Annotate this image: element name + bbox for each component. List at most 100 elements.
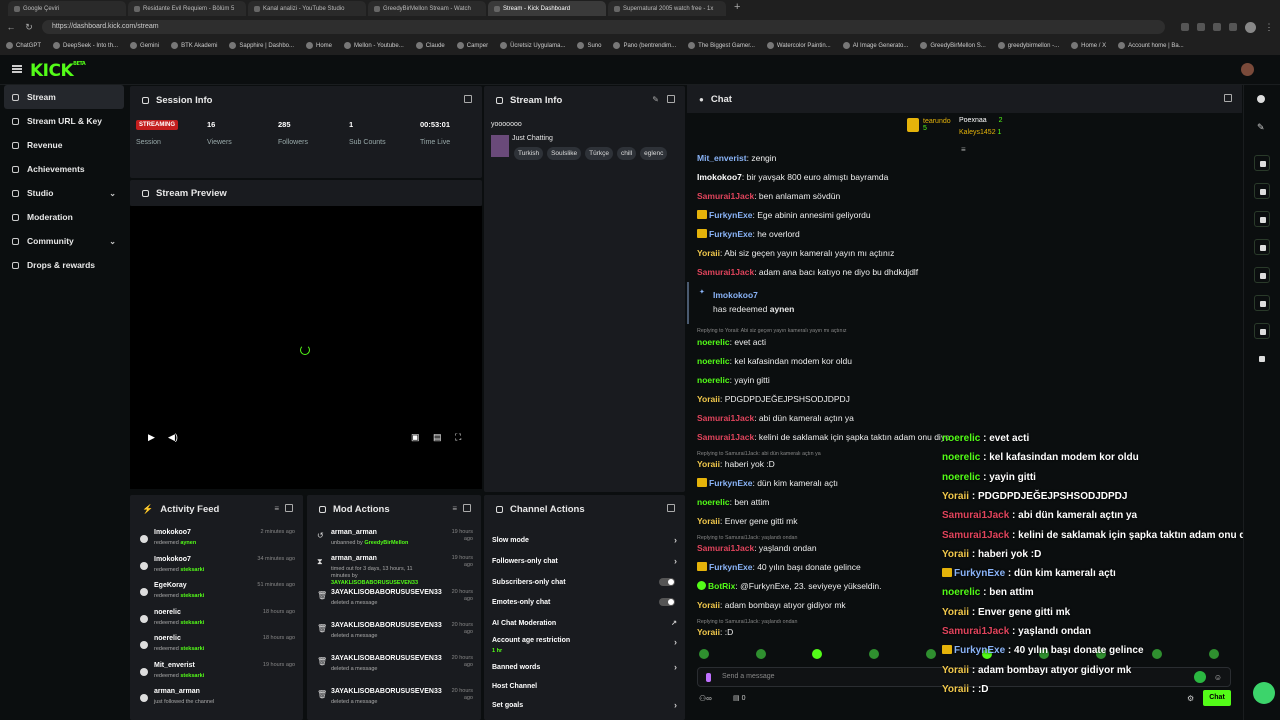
rail-button-doc[interactable]: [1254, 211, 1270, 227]
bookmark-item[interactable]: Camper: [456, 42, 488, 49]
stream-tag[interactable]: chill: [616, 147, 637, 160]
chat-username[interactable]: noerelic: [697, 337, 730, 347]
whatsapp-icon[interactable]: [1194, 671, 1206, 683]
activity-user[interactable]: EgeKoray: [154, 582, 187, 589]
activity-user[interactable]: Imokokoo7: [154, 529, 191, 536]
refresh-icon[interactable]: ↻: [24, 22, 34, 33]
chevron-right-icon[interactable]: ›: [674, 662, 677, 672]
sidebar-item-stream-url-key[interactable]: Stream URL & Key: [4, 109, 124, 133]
sidebar-item-community[interactable]: Community ⌄: [4, 229, 124, 253]
activity-user[interactable]: noerelic: [154, 609, 181, 616]
bookmark-item[interactable]: GreedyBirMellon S...: [920, 42, 986, 49]
bookmark-item[interactable]: The Biggest Gamer...: [688, 42, 755, 49]
community-icon[interactable]: ⚇∞: [699, 694, 712, 703]
menu-icon[interactable]: ⋮: [1264, 22, 1274, 33]
sidebar-item-revenue[interactable]: Revenue: [4, 133, 124, 157]
bookmark-item[interactable]: DeepSeek - Into th...: [53, 42, 118, 49]
chat-username[interactable]: Samurai1Jack: [697, 432, 754, 442]
video-player[interactable]: ▶ ◀) ▣ ▤ ⛶: [130, 206, 482, 489]
bookmark-item[interactable]: Account home | Ba...: [1118, 42, 1184, 49]
chevron-right-icon[interactable]: ›: [674, 700, 677, 710]
chat-username[interactable]: Yoraii: [697, 516, 720, 526]
chat-username[interactable]: Yoraii: [697, 627, 720, 637]
stream-tag[interactable]: Soulslike: [547, 147, 582, 160]
chevron-right-icon[interactable]: ›: [674, 556, 677, 566]
bookmark-item[interactable]: ChatGPT: [6, 42, 41, 49]
emote-icon[interactable]: [1208, 649, 1219, 659]
leaderboard-second[interactable]: Poexnaa 2: [959, 117, 1003, 124]
expand-leaderboard-icon[interactable]: ≡: [961, 145, 966, 154]
chat-username[interactable]: Samurai1Jack: [697, 191, 754, 201]
extension-icon[interactable]: [1197, 23, 1205, 31]
menu-toggle-icon[interactable]: [12, 65, 22, 73]
chevron-down-icon[interactable]: ⌄: [109, 237, 116, 246]
chat-username[interactable]: Samurai1Jack: [697, 413, 754, 423]
chat-username[interactable]: Samurai1Jack: [697, 543, 754, 553]
emote-icon[interactable]: [755, 649, 766, 659]
chat-username[interactable]: Yoraii: [697, 394, 720, 404]
browser-tab[interactable]: Residante Evil Requiem - Bölüm 5: [128, 1, 246, 16]
volume-icon[interactable]: ◀): [168, 432, 178, 443]
emote-icon[interactable]: [1152, 649, 1163, 659]
avatar[interactable]: [1241, 63, 1254, 76]
stream-tag[interactable]: eglenc: [640, 147, 668, 160]
chat-username[interactable]: Yoraii: [697, 459, 720, 469]
bookmark-item[interactable]: Watercolor Paintin...: [766, 42, 831, 49]
emote-icon[interactable]: [812, 649, 823, 659]
browser-tab[interactable]: Stream - Kick Dashboard: [488, 1, 606, 16]
popout-icon[interactable]: [667, 95, 675, 103]
chat-username[interactable]: Mit_enverist: [697, 153, 747, 163]
chat-username[interactable]: noerelic: [697, 497, 730, 507]
channel-action-banned-words[interactable]: Banned words ›: [484, 657, 685, 677]
bookmark-item[interactable]: Home / X: [1071, 42, 1106, 49]
browser-tab[interactable]: Kanal analizi - YouTube Studio: [248, 1, 366, 16]
mod-action-user[interactable]: 3AYAKLISOBABORUSUSEVEN33: [331, 655, 442, 662]
channel-action-emotes-only-chat[interactable]: Emotes-only chat: [484, 592, 685, 612]
chat-username[interactable]: Imokokoo7: [697, 172, 742, 182]
bookmark-item[interactable]: Sapphire | Dashbo...: [229, 42, 294, 49]
info-icon[interactable]: [1257, 95, 1265, 103]
bookmark-item[interactable]: AI Image Generato...: [842, 42, 908, 49]
bookmark-item[interactable]: BTK Akademi: [171, 42, 217, 49]
extension-icon[interactable]: [1213, 23, 1221, 31]
mod-action-user[interactable]: arman_arman: [331, 529, 377, 536]
chat-username[interactable]: BotRix: [708, 581, 735, 591]
extension-icon[interactable]: [1229, 23, 1237, 31]
back-icon[interactable]: ←: [6, 22, 16, 32]
bookmark-item[interactable]: Claude: [415, 42, 445, 49]
rail-button-broadcast[interactable]: [1254, 267, 1270, 283]
rail-button-bolt[interactable]: [1254, 183, 1270, 199]
stream-tag[interactable]: Turkish: [514, 147, 544, 160]
chat-username[interactable]: Yoraii: [697, 600, 720, 610]
rail-button-users[interactable]: [1254, 351, 1270, 367]
stream-tag[interactable]: Türkçe: [585, 147, 613, 160]
channel-action-account-age-restriction[interactable]: Account age restriction 1 hr ›: [484, 635, 685, 655]
emote-icon[interactable]: [868, 649, 879, 659]
chat-username[interactable]: Yoraii: [697, 248, 720, 258]
mod-action-user[interactable]: 3AYAKLISOBABORUSUSEVEN33: [331, 589, 442, 596]
new-tab-icon[interactable]: +: [728, 0, 746, 17]
mod-action-by[interactable]: 3AYAKLISOBABORUSUSEVEN33: [331, 580, 418, 586]
channel-action-ai-chat-moderation[interactable]: AI Chat Moderation ↗: [484, 613, 685, 633]
mod-action-user[interactable]: 3AYAKLISOBABORUSUSEVEN33: [331, 622, 442, 629]
rail-button-chat[interactable]: [1254, 239, 1270, 255]
profile-icon[interactable]: [1245, 21, 1256, 33]
filter-icon[interactable]: ≡: [452, 504, 457, 513]
sidebar-item-moderation[interactable]: Moderation: [4, 205, 124, 229]
popout-icon[interactable]: [285, 504, 293, 512]
mod-action-user[interactable]: arman_arman: [331, 555, 377, 562]
bookmark-item[interactable]: Mellon - Youtube...: [344, 42, 404, 49]
channel-action-set-goals[interactable]: Set goals ›: [484, 695, 685, 715]
fullscreen-icon[interactable]: ⛶: [455, 432, 461, 443]
popout-icon[interactable]: [1224, 94, 1232, 102]
leaderboard-third[interactable]: Kaleys1452 1: [959, 129, 1001, 136]
sidebar-item-drops-rewards[interactable]: Drops & rewards: [4, 253, 124, 277]
bookmark-item[interactable]: Home: [306, 42, 332, 49]
toggle-switch[interactable]: [659, 598, 675, 606]
popout-icon[interactable]: [463, 504, 471, 512]
popout-icon[interactable]: [667, 504, 675, 512]
activity-user[interactable]: Imokokoo7: [154, 556, 191, 563]
channel-action-subscribers-only-chat[interactable]: Subscribers-only chat: [484, 572, 685, 592]
rail-button-list[interactable]: [1254, 295, 1270, 311]
rail-button-scene[interactable]: [1254, 155, 1270, 171]
